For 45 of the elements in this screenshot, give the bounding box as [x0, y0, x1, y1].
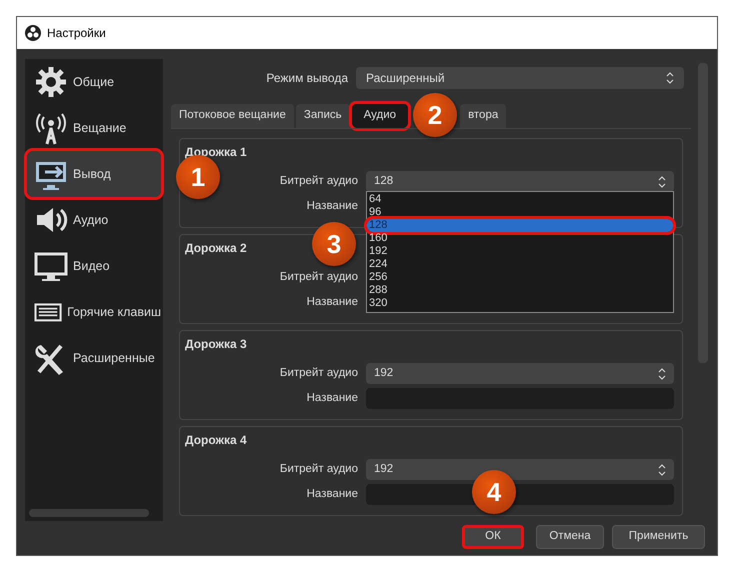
- sidebar-item[interactable]: Видео: [27, 243, 161, 289]
- field-label: Битрейт аудио: [280, 174, 358, 189]
- field-label: Битрейт аудио: [280, 366, 358, 381]
- field-label: Название: [306, 486, 358, 502]
- bitrate-select[interactable]: 192: [366, 363, 674, 384]
- sidebar-item[interactable]: Расширенные: [27, 335, 161, 381]
- spinner-arrows-icon: [658, 368, 666, 380]
- dropdown-option[interactable]: 96: [367, 206, 673, 219]
- field-label: Битрейт аудио: [280, 462, 358, 477]
- dialog-button[interactable]: ОК: [462, 525, 524, 549]
- group-title: Дорожка 2: [185, 240, 247, 257]
- field-label: Режим вывода: [265, 70, 348, 87]
- window-title: Настройки: [47, 25, 106, 42]
- dropdown-option[interactable]: 320: [367, 297, 673, 310]
- group-title: Дорожка 3: [185, 336, 247, 353]
- tab[interactable]: Аудио: [352, 104, 408, 128]
- dialog-button[interactable]: Применить: [612, 525, 705, 549]
- field-label: Название: [306, 294, 358, 310]
- tab[interactable]: Потоковое вещание: [171, 104, 294, 128]
- sidebar-item[interactable]: Горячие клавиш: [27, 289, 161, 335]
- sidebar-item[interactable]: Общие: [27, 59, 161, 105]
- dropdown-option[interactable]: 160: [367, 232, 673, 245]
- sidebar-item[interactable]: Вывод: [27, 151, 161, 197]
- spinner-arrows-icon: [658, 464, 666, 476]
- dropdown-option[interactable]: 224: [367, 258, 673, 271]
- field-label: Название: [306, 198, 358, 214]
- tab[interactable]: Запись: [296, 104, 350, 128]
- spinner-arrows-icon: [666, 72, 674, 84]
- dropdown-option[interactable]: 192: [367, 245, 673, 258]
- gear-icon: [33, 64, 69, 100]
- dropdown-option[interactable]: 256: [367, 271, 673, 284]
- sidebar-item[interactable]: Аудио: [27, 197, 161, 243]
- field-label: Название: [306, 390, 358, 406]
- tab[interactable]: втора: [460, 104, 506, 128]
- app-logo-icon: [25, 25, 41, 41]
- field-label: Битрейт аудио: [280, 270, 358, 285]
- group-title: Дорожка 4: [185, 432, 247, 449]
- dropdown-option[interactable]: 288: [367, 284, 673, 297]
- output-mode-select[interactable]: Расширенный: [356, 67, 684, 89]
- bitrate-select[interactable]: 192: [366, 459, 674, 480]
- sidebar-item[interactable]: Вещание: [27, 105, 161, 151]
- bitrate-select[interactable]: 128: [366, 171, 674, 192]
- spinner-arrows-icon: [658, 176, 666, 188]
- dropdown-option[interactable]: 64: [367, 193, 673, 206]
- dialog-button[interactable]: Отмена: [536, 525, 604, 549]
